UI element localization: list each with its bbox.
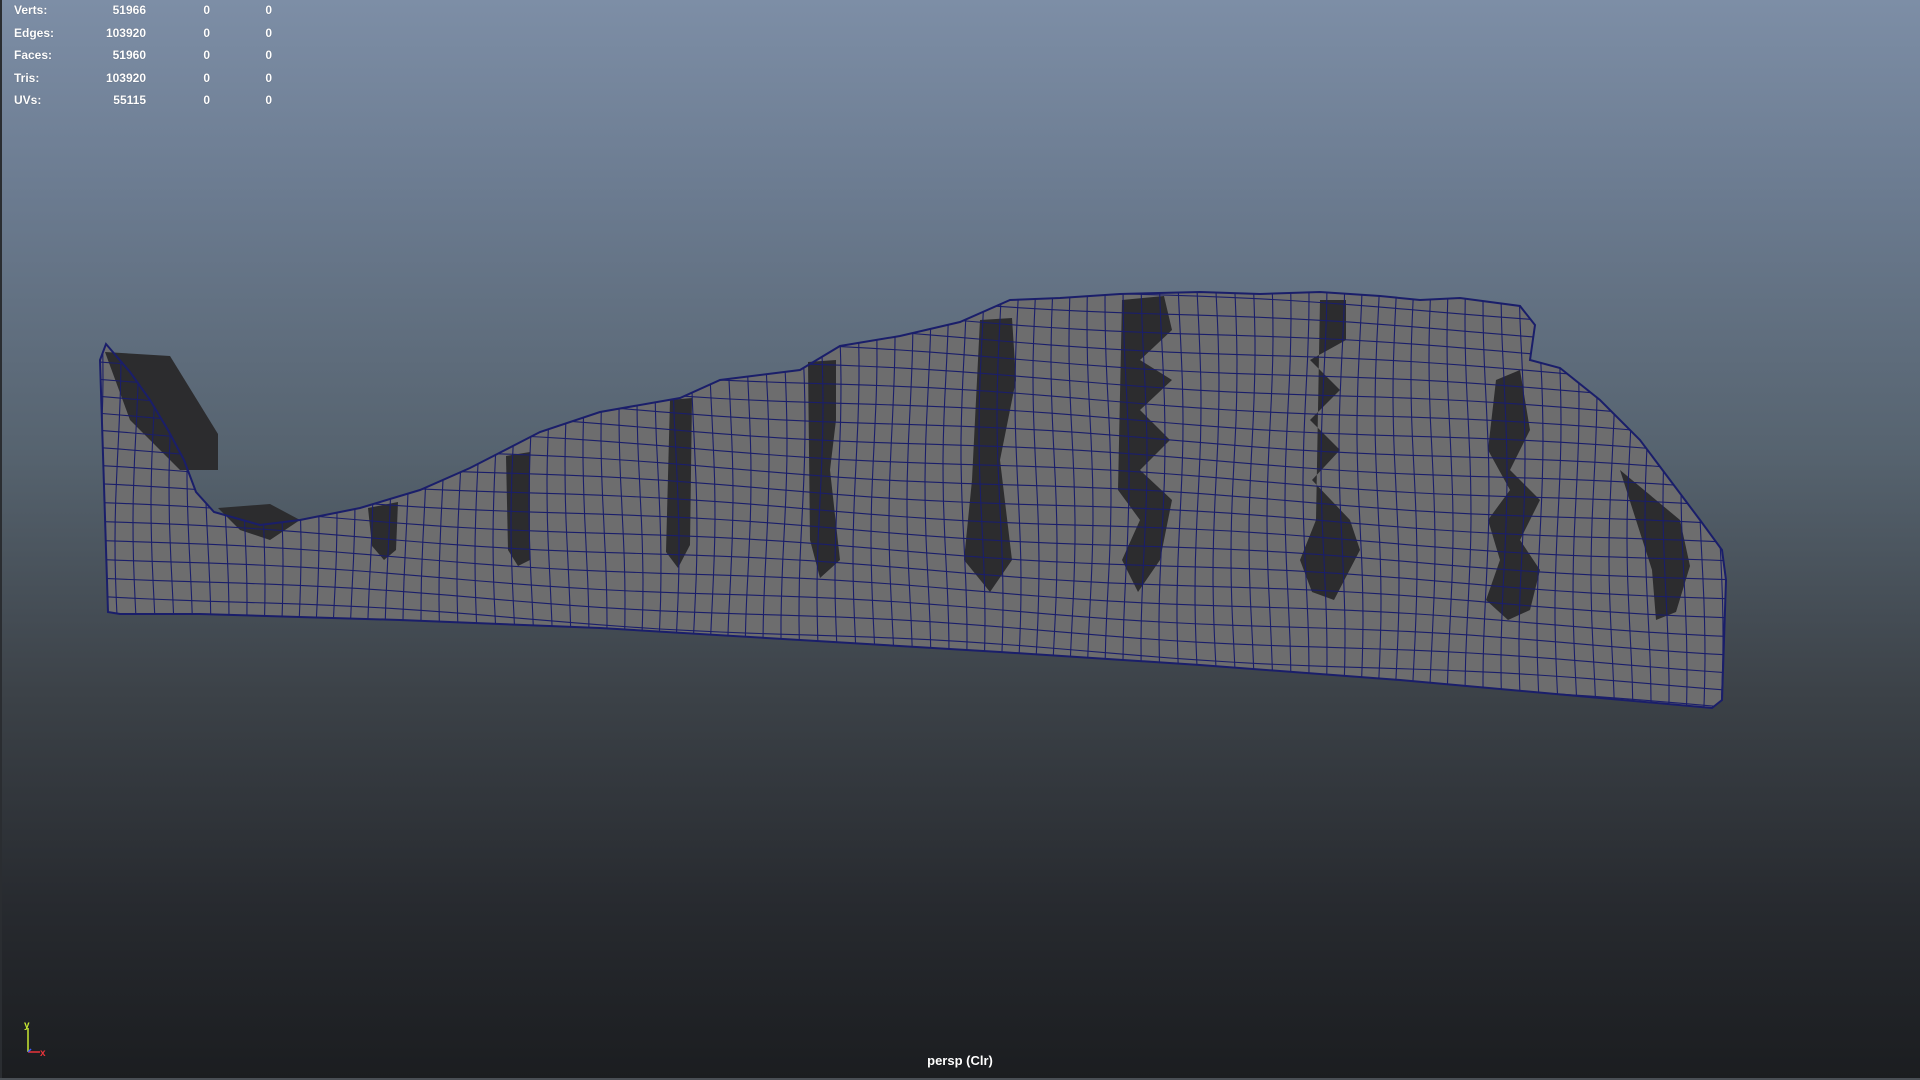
- wire-edge-vertical: [240, 292, 248, 708]
- mesh-model[interactable]: [0, 0, 1920, 1080]
- camera-name-label: persp (Clr): [927, 1053, 993, 1068]
- wire-edge-vertical: [348, 292, 356, 708]
- wire-edge-horizontal: [100, 292, 1726, 310]
- wire-edge-vertical: [294, 292, 302, 708]
- wire-edge-vertical: [204, 292, 212, 708]
- y-axis-label: y: [24, 1020, 30, 1031]
- wire-edge-vertical: [312, 292, 320, 708]
- wire-edge-vertical: [258, 292, 266, 708]
- viewport-border-left: [0, 0, 2, 1080]
- wire-edge-horizontal: [90, 195, 1740, 291]
- maya-viewport[interactable]: Verts: 51966 0 0 Edges: 103920 0 0 Faces…: [0, 0, 1920, 1080]
- wire-edge-vertical: [366, 292, 374, 708]
- wire-edge-vertical: [330, 292, 338, 708]
- view-axis-indicator: y x: [18, 1018, 58, 1059]
- wire-edge-vertical: [276, 292, 284, 708]
- wire-edge-vertical: [100, 292, 104, 708]
- wire-edge-vertical: [222, 292, 230, 708]
